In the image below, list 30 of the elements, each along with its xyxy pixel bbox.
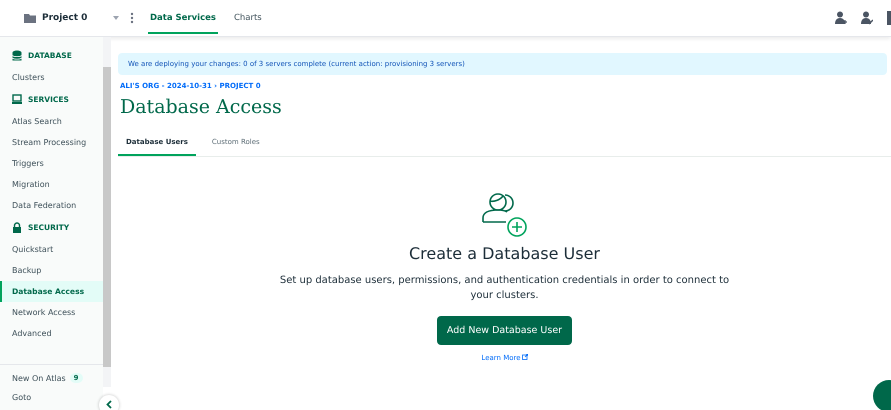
sidebar-item[interactable]: Atlas Search (0, 111, 103, 132)
empty-state-title: Create a Database User (408, 244, 600, 263)
person-add-icon (835, 11, 847, 25)
laptop-icon (12, 94, 22, 105)
add-user-button[interactable]: Add New Database User (436, 316, 572, 345)
folder-icon (24, 13, 36, 23)
sidebar-item[interactable]: Stream Processing (0, 132, 103, 153)
nav-tab[interactable]: Data Services (148, 2, 218, 34)
sidebar-item[interactable]: Network Access (0, 302, 103, 323)
person-edit-icon (861, 11, 873, 25)
more-icon (130, 12, 134, 24)
page-title: Database Access (120, 96, 283, 118)
sidebar-item[interactable]: Triggers (0, 153, 103, 174)
sidebar-link[interactable]: New On Atlas (12, 374, 66, 382)
lock-icon (12, 222, 22, 233)
sidebar-item[interactable]: Migration (0, 174, 103, 195)
sidebar-item[interactable]: Advanced (0, 323, 103, 344)
caret-icon (112, 15, 120, 21)
nav-tab[interactable]: Charts (232, 2, 264, 34)
empty-state-description: Set up database users, permissions, and authentication credentials in order to connect to your clusters. (278, 274, 730, 303)
external-link-icon (522, 354, 528, 360)
sidebar-item[interactable]: Clusters (0, 67, 103, 88)
project-selector[interactable]: Project 0 (0, 13, 108, 23)
sidebar-item[interactable]: Quickstart (0, 239, 103, 260)
database-icon (12, 50, 22, 61)
sidebar-item[interactable]: Backup (0, 260, 103, 281)
collapse-button[interactable] (99, 395, 119, 410)
sidebar-link[interactable]: Goto (12, 393, 32, 402)
chevron-left-icon (106, 400, 112, 409)
sidebar-item[interactable]: Data Federation (0, 195, 103, 216)
